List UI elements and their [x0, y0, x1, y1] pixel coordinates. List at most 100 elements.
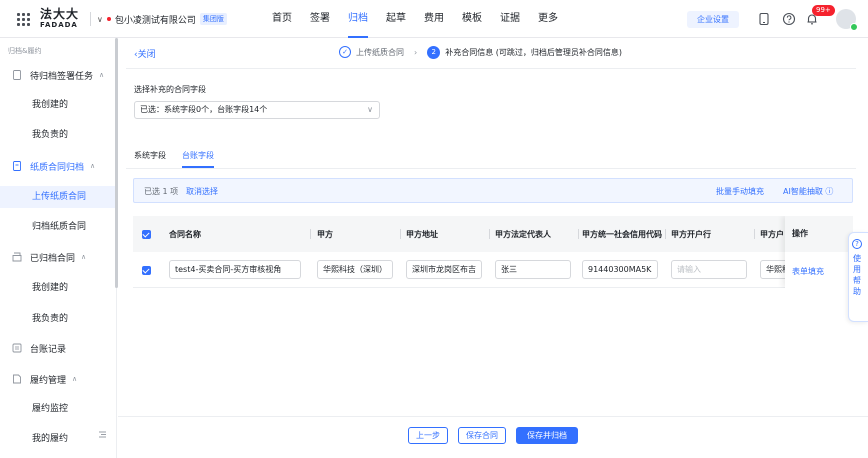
column-header-action: 操作 — [785, 216, 853, 252]
chevron-down-icon: ∨ — [367, 105, 373, 114]
nav-draft[interactable]: 起草 — [386, 0, 406, 38]
ai-extract-label: AI智能抽取 — [783, 187, 823, 196]
column-header-party-a: 甲方 — [317, 216, 401, 252]
select-value: 已选：系统字段0个，台账字段14个 — [140, 105, 268, 114]
cancel-selection-link[interactable]: 取消选择 — [186, 186, 218, 197]
nav-home[interactable]: 首页 — [272, 0, 292, 38]
nav-templates[interactable]: 模板 — [462, 0, 482, 38]
app-grid-icon[interactable] — [17, 13, 30, 26]
chevron-up-icon: ∧ — [90, 162, 96, 170]
main-content: ‹关闭 ✓ 上传纸质合同 › 2 补充合同信息 (可跳过，归档后管理员补合同信息… — [118, 38, 868, 458]
floating-help-label: 使用帮助 — [853, 254, 861, 296]
field-select-label: 选择补充的合同字段 — [134, 85, 206, 94]
sidebar-group-label: 纸质合同归档 — [30, 162, 85, 173]
sidebar-item-performance-monitor[interactable]: 履约监控 — [0, 398, 115, 420]
archive-box-icon — [12, 252, 22, 262]
main-nav: 首页 签署 归档 起草 费用 模板 证据 更多 — [272, 0, 576, 38]
save-contract-button[interactable]: 保存合同 — [458, 427, 506, 444]
sidebar-section-title: 归档&履约 — [8, 47, 42, 55]
chevron-right-icon: › — [414, 47, 418, 57]
column-header-party-a-bank: 甲方开户行 — [671, 216, 755, 252]
help-circle-icon: ? — [852, 239, 862, 249]
sidebar-group-label: 已归档合同 — [30, 253, 76, 264]
chevron-down-icon: ∨ — [97, 14, 103, 24]
table-row: test4-买卖合同-买方审核视角 华熙科技（深圳） 深圳市龙岗区布吉 张三 9… — [133, 252, 853, 288]
menu-fold-icon[interactable] — [98, 430, 107, 439]
check-icon: ✓ — [339, 46, 351, 58]
fadada-logo[interactable]: 法大大 FADADA — [40, 7, 86, 33]
close-label: 关闭 — [137, 50, 156, 60]
logo-text-en: FADADA — [40, 21, 78, 29]
sidebar-item-archived-responsible[interactable]: 我负责的 — [0, 308, 115, 330]
performance-icon — [13, 374, 21, 384]
sidebar-item-pending-created[interactable]: 我创建的 — [0, 94, 115, 116]
step-2-number: 2 — [427, 45, 441, 59]
step-indicator: ✓ 上传纸质合同 › 2 补充合同信息 (可跳过，归档后管理员补合同信息) — [339, 44, 622, 60]
enterprise-settings-button[interactable]: 企业设置 — [687, 11, 739, 28]
selection-bar: 已选 1 项 取消选择 批量手动填充 AI智能抽取 ⓘ — [133, 178, 853, 203]
upload-document-icon — [13, 161, 21, 171]
company-name: 包小凌测试有限公司 — [114, 15, 196, 26]
document-icon — [13, 70, 21, 80]
form-fill-link[interactable]: 表单填充 — [792, 266, 824, 277]
party-a-legal-rep-input[interactable]: 张三 — [495, 260, 571, 279]
tab-ledger-fields[interactable]: 台账字段 — [182, 150, 214, 168]
close-link[interactable]: ‹关闭 — [134, 47, 156, 60]
column-header-contract-name: 合同名称 — [169, 216, 311, 252]
sidebar-item-pending-responsible[interactable]: 我负责的 — [0, 124, 115, 146]
party-a-input[interactable]: 华熙科技（深圳） — [317, 260, 393, 279]
column-header-party-a-address: 甲方地址 — [406, 216, 490, 252]
field-tabs: 系统字段 台账字段 — [134, 150, 230, 168]
sidebar-group-archived[interactable]: 已归档合同 ∧ — [12, 249, 86, 265]
nav-fees[interactable]: 费用 — [424, 0, 444, 38]
tab-system-fields[interactable]: 系统字段 — [134, 150, 166, 168]
selection-count: 已选 1 项 — [144, 187, 179, 196]
sidebar-group-label: 履约管理 — [30, 375, 67, 386]
sidebar-item-upload-paper[interactable]: 上传纸质合同 — [0, 186, 115, 208]
sidebar-group-label: 待归档签署任务 — [30, 71, 94, 82]
chevron-up-icon: ∧ — [81, 253, 87, 261]
contract-name-input[interactable]: test4-买卖合同-买方审核视角 — [169, 260, 301, 279]
nav-more[interactable]: 更多 — [538, 0, 558, 38]
contract-fields-select[interactable]: 已选：系统字段0个，台账字段14个 ∨ — [134, 101, 380, 119]
step-2-label: 补充合同信息 (可跳过，归档后管理员补合同信息) — [445, 47, 622, 57]
column-header-party-a-legal-rep: 甲方法定代表人 — [495, 216, 579, 252]
sidebar-group-paper-archive[interactable]: 纸质合同归档 ∧ — [12, 158, 95, 174]
divider — [126, 68, 856, 69]
chevron-up-icon: ∧ — [99, 71, 105, 79]
help-circle-icon[interactable] — [782, 12, 796, 26]
top-bar: 法大大 FADADA ∨ 包小凌测试有限公司 集团版 首页 签署 归档 起草 费… — [0, 0, 868, 38]
sidebar-item-archived-created[interactable]: 我创建的 — [0, 277, 115, 299]
select-all-checkbox[interactable] — [142, 230, 151, 239]
batch-fill-link[interactable]: 批量手动填充 — [716, 186, 764, 197]
company-switcher[interactable]: ∨ 包小凌测试有限公司 集团版 — [97, 11, 227, 27]
sidebar-item-archive-paper[interactable]: 归档纸质合同 — [0, 216, 115, 238]
sidebar-group-performance[interactable]: 履约管理 ∧ — [12, 371, 77, 387]
save-and-archive-button[interactable]: 保存并归档 — [516, 427, 578, 444]
status-dot — [106, 17, 111, 21]
party-a-credit-code-input[interactable]: 91440300MA5K — [582, 260, 658, 279]
notification-badge: 99+ — [812, 5, 835, 16]
previous-step-button[interactable]: 上一步 — [408, 427, 448, 444]
online-status-icon — [850, 23, 858, 31]
ledger-icon — [12, 343, 22, 353]
party-a-bank-input[interactable]: 请输入 — [671, 260, 747, 279]
ai-extract-link[interactable]: AI智能抽取 ⓘ — [783, 186, 833, 197]
party-a-address-input[interactable]: 深圳市龙岗区布吉 — [406, 260, 482, 279]
action-column: 操作 表单填充 — [785, 216, 853, 288]
chevron-up-icon: ∧ — [72, 375, 78, 383]
row-checkbox[interactable] — [142, 266, 151, 275]
avatar[interactable] — [836, 9, 858, 31]
step-1-label: 上传纸质合同 — [356, 47, 404, 57]
nav-archive[interactable]: 归档 — [348, 0, 368, 38]
contract-table: 合同名称 甲方 甲方地址 甲方法定代表人 甲方统一社会信用代码 甲方开户行 甲方… — [133, 216, 853, 288]
sidebar-group-ledger[interactable]: 台账记录 — [12, 340, 66, 356]
logo-text-cn: 法大大 — [40, 7, 80, 21]
nav-sign[interactable]: 签署 — [310, 0, 330, 38]
footer-bar: 上一步 保存合同 保存并归档 — [118, 416, 868, 458]
sidebar-group-pending-archive[interactable]: 待归档签署任务 ∧ — [12, 67, 104, 83]
header-divider — [90, 12, 91, 26]
tablet-icon[interactable] — [757, 12, 771, 26]
nav-evidence[interactable]: 证据 — [500, 0, 520, 38]
floating-help-tab[interactable]: ? 使用帮助 — [848, 232, 868, 322]
